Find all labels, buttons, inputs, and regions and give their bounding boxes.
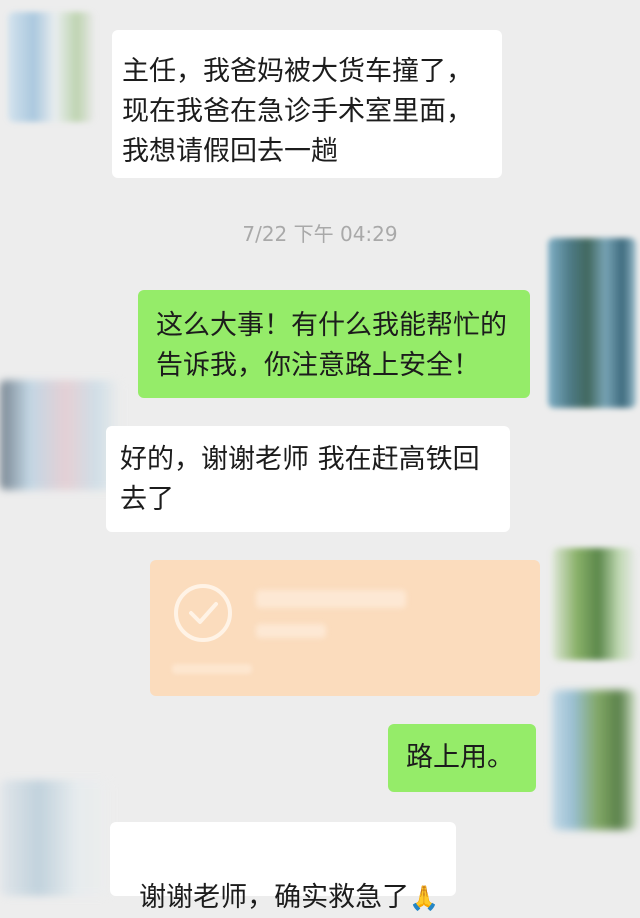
contact-avatar[interactable] [8, 12, 94, 122]
contact-avatar[interactable] [0, 780, 110, 896]
my-avatar[interactable] [552, 690, 636, 830]
my-avatar[interactable] [548, 238, 636, 408]
transfer-amount-blurred [256, 590, 406, 608]
message-bubble-outgoing[interactable]: 路上用。 [388, 724, 536, 792]
message-bubble-incoming[interactable]: 谢谢老师，确实救急了🙏 [110, 822, 456, 913]
message-text: 谢谢老师，确实救急了 [139, 882, 410, 913]
transfer-card[interactable] [150, 560, 540, 696]
check-circle-icon [174, 584, 232, 642]
message-bubble-outgoing[interactable]: 这么大事！有什么我能帮忙的 告诉我，你注意路上安全！ [138, 290, 530, 398]
message-bubble-incoming[interactable]: 好的，谢谢老师 我在赶高铁回 去了 [106, 426, 510, 532]
pray-emoji-icon: 🙏 [409, 884, 440, 912]
contact-avatar[interactable] [0, 380, 120, 490]
transfer-footer-blurred [172, 664, 252, 674]
message-bubble-incoming[interactable]: 主任，我爸妈被大货车撞了， 现在我爸在急诊手术室里面， 我想请假回去一趟 [112, 30, 502, 178]
my-avatar[interactable] [552, 548, 636, 660]
transfer-status-blurred [256, 624, 326, 638]
message-timestamp: 7/22 下午 04:29 [242, 222, 398, 246]
